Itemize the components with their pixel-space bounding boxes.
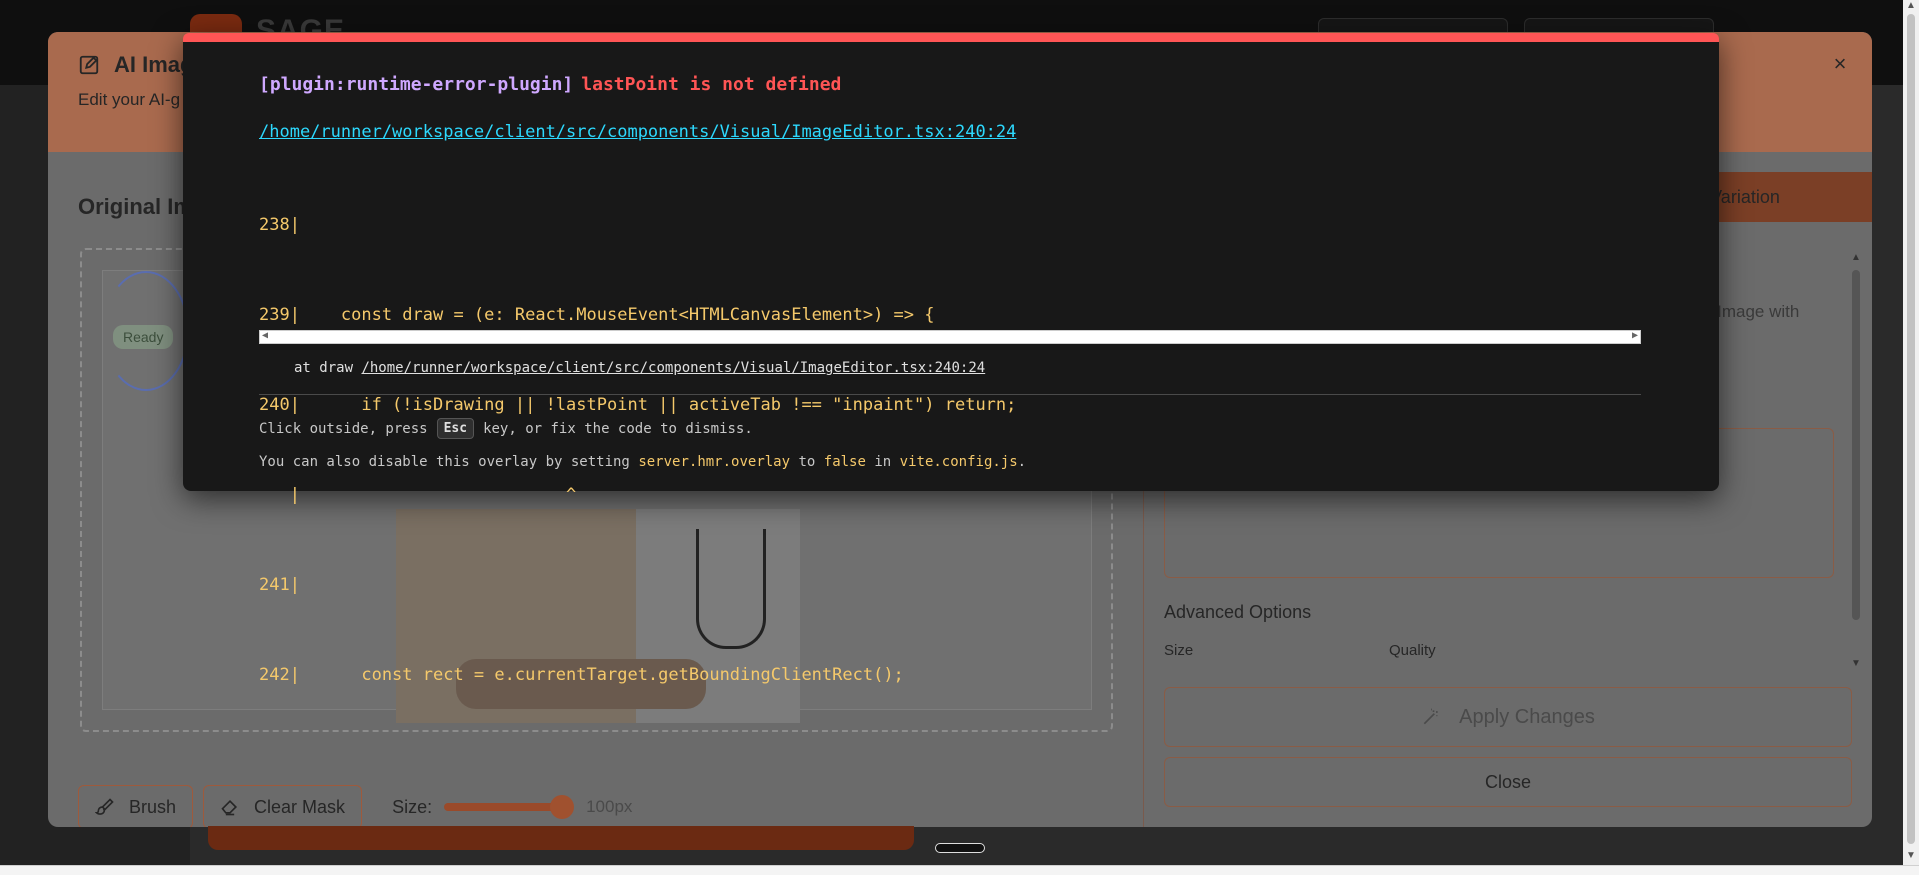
panel-heading: Original Im xyxy=(78,194,193,219)
error-plugin: [plugin:runtime-error-plugin] xyxy=(259,74,574,95)
edit-icon xyxy=(79,55,99,75)
error-message: lastPoint is not defined xyxy=(581,74,842,95)
drag-handle[interactable] xyxy=(935,843,985,853)
eraser-icon xyxy=(221,799,238,816)
code-horizontal-scrollbar[interactable]: ◀ ▶ xyxy=(259,330,1641,344)
code-line: 242| const rect = e.currentTarget.getBou… xyxy=(259,665,904,685)
mask-toolbar: Brush Clear Mask Size: 100px xyxy=(78,785,632,827)
dialog-subtitle: Edit your AI-g xyxy=(78,90,181,109)
size-label: Size: xyxy=(392,796,433,817)
stack-trace: at draw /home/runner/workspace/client/sr… xyxy=(294,360,985,376)
clear-mask-label: Clear Mask xyxy=(254,796,346,817)
close-button[interactable]: Close xyxy=(1164,757,1852,807)
brush-label: Brush xyxy=(129,796,177,817)
tip2-end: . xyxy=(1017,454,1027,470)
page-scroll-down-icon[interactable]: ▼ xyxy=(1906,850,1916,861)
error-overlay: [plugin:runtime-error-plugin] lastPoint i… xyxy=(183,33,1719,685)
size-value: 100px xyxy=(586,797,633,816)
code-line: 238| xyxy=(259,215,300,235)
divider xyxy=(259,394,1641,395)
page-scroll-up-icon[interactable]: ▲ xyxy=(1906,0,1916,11)
panel-scroll-thumb[interactable] xyxy=(1852,270,1860,620)
scroll-down-icon[interactable]: ▼ xyxy=(1851,658,1861,669)
disable-overlay-tip: You can also disable this overlay by set… xyxy=(259,454,1026,470)
slider-thumb[interactable] xyxy=(550,795,575,819)
status-badge: Ready xyxy=(113,325,174,349)
panel-scrollbar[interactable]: ▲ ▼ xyxy=(1849,252,1863,672)
tip2-code-3: vite.config.js xyxy=(899,454,1018,470)
tip-text-2: key, or fix the code to dismiss. xyxy=(483,420,753,437)
error-file-link[interactable]: /home/runner/workspace/client/src/compon… xyxy=(259,122,1016,142)
dialog-title: AI Imag xyxy=(114,52,194,77)
close-icon[interactable]: × xyxy=(1826,50,1854,78)
brush-size-slider[interactable] xyxy=(444,795,575,819)
brush-icon xyxy=(95,798,114,815)
page-scroll-thumb[interactable] xyxy=(1907,14,1915,844)
code-line: | ^ xyxy=(259,485,577,505)
tip-text-1: Click outside, press xyxy=(259,420,428,437)
brush-button[interactable]: Brush xyxy=(78,785,194,827)
error-title: [plugin:runtime-error-plugin] lastPoint i… xyxy=(259,74,841,95)
scroll-right-icon[interactable]: ▶ xyxy=(1632,330,1638,341)
code-frame: 238| 239| const draw = (e: React.MouseEv… xyxy=(259,150,1641,750)
close-label: Close xyxy=(1484,771,1532,792)
dismiss-tip: Click outside, press Esc key, or fix the… xyxy=(259,418,753,439)
bottom-strip xyxy=(0,865,1919,875)
stack-file-link[interactable]: /home/runner/workspace/client/src/compon… xyxy=(361,360,985,376)
scroll-up-icon[interactable]: ▲ xyxy=(1851,252,1861,263)
code-line: 239| const draw = (e: React.MouseEvent<H… xyxy=(259,305,935,325)
code-line: 241| xyxy=(259,575,300,595)
clear-mask-button[interactable]: Clear Mask xyxy=(203,785,363,827)
page-scrollbar[interactable]: ▲ ▼ xyxy=(1903,0,1919,865)
stack-prefix: at draw xyxy=(294,360,354,376)
background-bar xyxy=(208,826,914,850)
tip2-text-2: to xyxy=(798,454,816,470)
tip2-text-3: in xyxy=(874,454,892,470)
esc-key: Esc xyxy=(436,418,475,439)
tip2-code-1: server.hmr.overlay xyxy=(638,454,791,470)
scroll-left-icon[interactable]: ◀ xyxy=(262,330,268,341)
tip2-code-2: false xyxy=(823,454,866,470)
tip2-text-1: You can also disable this overlay by set… xyxy=(259,454,630,470)
